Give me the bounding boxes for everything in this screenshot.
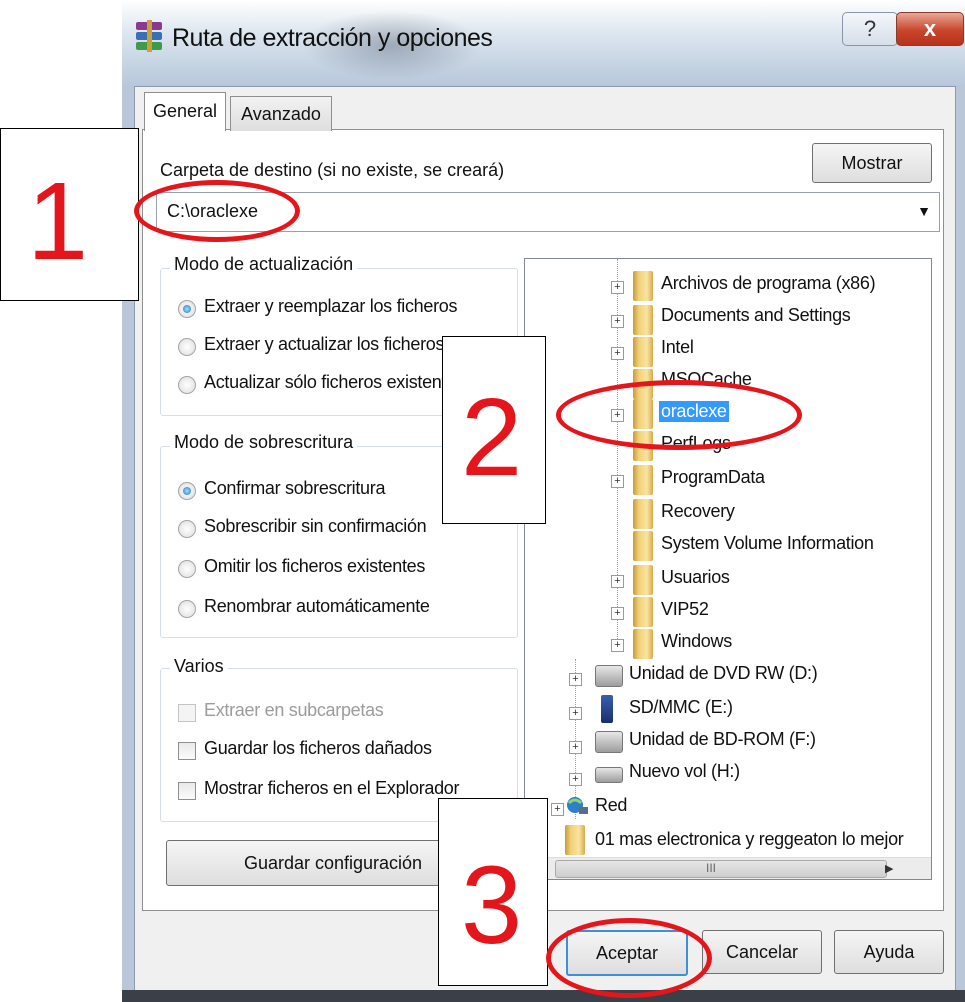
option-update-existing-label: Actualizar sólo ficheros existentes <box>204 372 465 392</box>
option-overwrite-no-confirm-label: Sobrescribir sin confirmación <box>204 516 427 536</box>
destination-folder-label: Carpeta de destino (si no existe, se cre… <box>160 160 505 180</box>
option-auto-rename-label: Renombrar automáticamente <box>204 596 430 616</box>
horizontal-scroll-thumb[interactable]: III <box>555 860 887 878</box>
radio-update-existing[interactable] <box>178 376 196 394</box>
expand-icon[interactable]: + <box>611 347 624 360</box>
radio-auto-rename[interactable] <box>178 600 196 618</box>
option-skip-existing-label: Omitir los ficheros existentes <box>204 556 426 576</box>
expand-icon[interactable]: + <box>569 741 582 754</box>
tree-item[interactable]: 01 mas electronica y reggeaton lo mejor <box>595 829 904 850</box>
expand-icon[interactable]: + <box>611 575 624 588</box>
tree-item[interactable]: Recovery <box>661 501 735 522</box>
step-3-highlight-ellipse <box>546 918 712 998</box>
tree-item[interactable]: VIP52 <box>661 599 709 620</box>
tree-item[interactable]: ProgramData <box>661 467 765 488</box>
folder-icon <box>565 825 585 855</box>
help-title-button[interactable]: ? <box>842 12 898 46</box>
tree-item[interactable]: Documents and Settings <box>661 305 851 326</box>
folder-icon <box>633 531 653 561</box>
expand-icon[interactable]: + <box>611 475 624 488</box>
folder-icon <box>633 565 653 595</box>
tree-item[interactable]: Archivos de programa (x86) <box>661 273 876 294</box>
step-1-callout: 1 <box>0 128 139 301</box>
expand-icon[interactable]: + <box>611 315 624 328</box>
option-extract-update-label: Extraer y actualizar los ficheros <box>204 334 445 354</box>
expand-icon[interactable]: + <box>611 639 624 652</box>
expand-icon[interactable]: + <box>611 607 624 620</box>
folder-icon <box>633 499 653 529</box>
checkbox-show-in-explorer[interactable] <box>178 782 196 800</box>
window-title: Ruta de extracción y opciones <box>172 24 493 52</box>
expand-icon[interactable]: + <box>569 673 582 686</box>
scroll-grip-icon: III <box>706 861 717 875</box>
tree-item[interactable]: Intel <box>661 337 694 358</box>
folder-icon <box>633 305 653 335</box>
hard-drive-icon <box>595 767 623 783</box>
tree-item[interactable]: SD/MMC (E:) <box>629 697 733 718</box>
close-button[interactable]: x <box>896 12 964 46</box>
cancel-button[interactable]: Cancelar <box>702 930 822 974</box>
option-show-in-explorer-label: Mostrar ficheros en el Explorador <box>204 778 460 798</box>
folder-icon <box>633 271 653 301</box>
option-extract-replace-label: Extraer y reemplazar los ficheros <box>204 296 458 316</box>
expand-icon[interactable]: + <box>569 707 582 720</box>
step-3-number: 3 <box>461 844 523 967</box>
checkbox-keep-broken-files[interactable] <box>178 742 196 760</box>
radio-extract-replace[interactable] <box>178 300 196 318</box>
radio-overwrite-no-confirm[interactable] <box>178 520 196 538</box>
folder-tree[interactable]: + Archivos de programa (x86) + Documents… <box>524 258 932 880</box>
tree-item[interactable]: Red <box>595 795 627 816</box>
sd-card-icon <box>601 695 613 723</box>
step-2-highlight-ellipse <box>556 380 802 450</box>
dropdown-arrow-icon[interactable]: ▼ <box>917 203 931 219</box>
folder-icon <box>633 629 653 659</box>
misc-title: Varios <box>170 656 228 677</box>
folder-icon <box>633 465 653 495</box>
radio-confirm-overwrite[interactable] <box>178 482 196 500</box>
help-button[interactable]: Ayuda <box>834 930 944 974</box>
expand-icon[interactable]: + <box>569 773 582 786</box>
tree-item[interactable]: Nuevo vol (H:) <box>629 761 740 782</box>
winrar-app-icon <box>134 20 166 54</box>
network-icon <box>565 795 589 817</box>
tree-item[interactable]: Usuarios <box>661 567 730 588</box>
update-mode-title: Modo de actualización <box>170 254 358 275</box>
show-button[interactable]: Mostrar <box>812 143 932 183</box>
folder-icon <box>633 337 653 367</box>
scroll-right-arrow-icon[interactable]: ▶ <box>885 862 893 875</box>
step-2-number: 2 <box>461 376 523 499</box>
tree-item[interactable]: Windows <box>661 631 732 652</box>
window-bottom-edge <box>122 990 965 1002</box>
expand-icon[interactable]: + <box>611 281 624 294</box>
tree-item[interactable]: Unidad de BD-ROM (F:) <box>629 729 816 750</box>
tree-horizontal-scrollbar[interactable]: III ▶ <box>525 857 931 879</box>
option-keep-broken-files-label: Guardar los ficheros dañados <box>204 738 432 758</box>
tab-avanzado[interactable]: Avanzado <box>230 96 332 131</box>
option-confirm-overwrite-label: Confirmar sobrescritura <box>204 478 386 498</box>
radio-skip-existing[interactable] <box>178 560 196 578</box>
folder-icon <box>633 597 653 627</box>
tree-item[interactable]: Unidad de DVD RW (D:) <box>629 663 818 684</box>
dvd-drive-icon <box>595 665 623 687</box>
tab-general[interactable]: General <box>144 92 226 131</box>
checkbox-extract-subfolders[interactable] <box>178 704 196 722</box>
option-extract-subfolders-label: Extraer en subcarpetas <box>204 700 384 720</box>
tree-item[interactable]: System Volume Information <box>661 533 874 554</box>
radio-extract-update[interactable] <box>178 338 196 356</box>
step-2-callout: 2 <box>442 336 546 524</box>
expand-icon[interactable]: + <box>551 803 564 816</box>
bd-drive-icon <box>595 731 623 753</box>
overwrite-mode-title: Modo de sobrescritura <box>170 432 358 453</box>
step-1-highlight-ellipse <box>134 180 300 242</box>
step-1-number: 1 <box>27 160 89 283</box>
step-3-callout: 3 <box>438 798 548 986</box>
